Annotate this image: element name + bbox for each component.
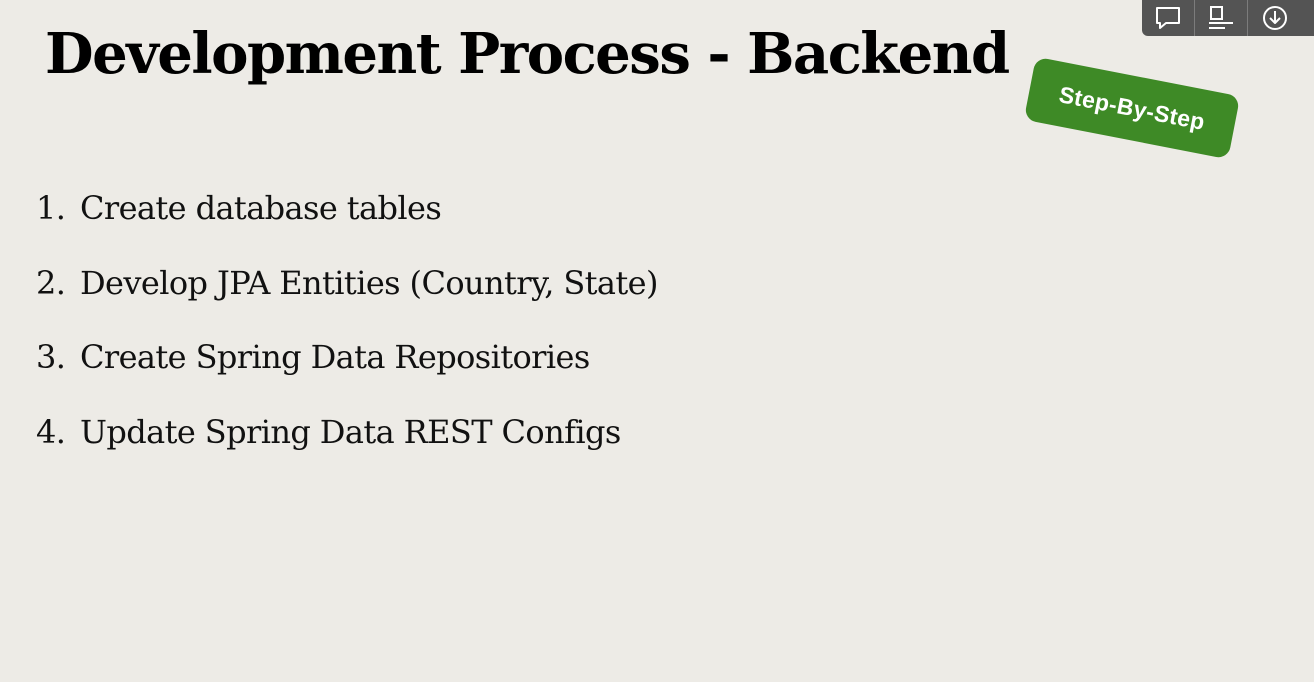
step-text: Update Spring Data REST Configs (80, 412, 621, 451)
download-button[interactable] (1248, 0, 1314, 36)
step-number: 4. (36, 412, 66, 451)
step-item: 3. Create Spring Data Repositories (36, 338, 658, 413)
comment-button[interactable] (1142, 0, 1195, 36)
step-by-step-badge: Step-By-Step (1023, 56, 1241, 160)
step-text: Develop JPA Entities (Country, State) (80, 263, 658, 302)
step-item: 2. Develop JPA Entities (Country, State) (36, 264, 658, 339)
step-item: 1. Create database tables (36, 189, 658, 264)
step-number: 3. (36, 338, 66, 376)
comment-icon (1154, 5, 1182, 31)
slide-title: Development Process - Backend (45, 21, 1010, 87)
steps-list: 1. Create database tables 2. Develop JPA… (36, 189, 658, 487)
download-icon (1262, 5, 1288, 31)
step-number: 2. (36, 263, 66, 302)
notes-icon (1207, 5, 1235, 31)
viewer-toolbar (1142, 0, 1314, 36)
step-text: Create database tables (80, 189, 442, 227)
step-item: 4. Update Spring Data REST Configs (36, 413, 658, 488)
notes-button[interactable] (1195, 0, 1248, 36)
step-text: Create Spring Data Repositories (80, 338, 590, 376)
step-number: 1. (36, 189, 66, 227)
